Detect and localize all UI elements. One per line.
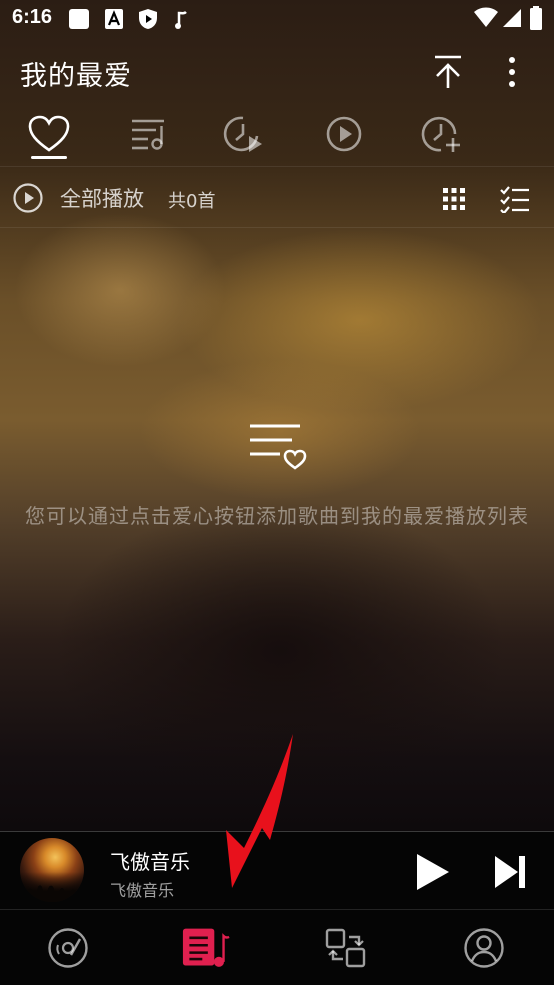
play-icon: [417, 854, 449, 890]
playlist-music-icon: [132, 119, 164, 150]
profile-icon: [464, 928, 504, 968]
font-a-icon: [104, 8, 124, 34]
switch-device-icon: [325, 928, 366, 968]
next-track-button[interactable]: [488, 850, 532, 894]
battery-icon: [530, 6, 542, 34]
bottom-navigation: [0, 909, 554, 985]
page-title: 我的最爱: [20, 61, 132, 92]
play-all-button[interactable]: 全部播放: [12, 182, 144, 214]
empty-state-message: 您可以通过点击爱心按钮添加歌曲到我的最爱播放列表: [25, 504, 529, 528]
notification-square-icon: [68, 8, 90, 34]
playlist-heart-icon: [246, 420, 308, 472]
tab-recent[interactable]: [220, 112, 268, 156]
category-tabs: [0, 106, 554, 164]
tutorial-arrow-icon: [200, 730, 310, 910]
selected-tab-indicator: [31, 156, 67, 159]
more-options-button[interactable]: [492, 52, 532, 92]
status-bar: 6:16: [0, 0, 554, 38]
tab-played[interactable]: [320, 112, 368, 156]
nav-profile[interactable]: [460, 924, 508, 972]
play-all-label: 全部播放: [60, 187, 144, 211]
nav-music-library[interactable]: [182, 924, 230, 972]
album-art[interactable]: [20, 838, 84, 902]
tab-favorites[interactable]: [25, 112, 73, 156]
recent-play-icon: [223, 116, 262, 152]
multi-select-icon: [500, 186, 529, 213]
track-artist: 飞傲音乐: [110, 881, 175, 900]
shield-play-icon: [138, 8, 158, 34]
track-title: 飞傲音乐: [110, 850, 190, 874]
tab-add-recent[interactable]: [418, 112, 466, 156]
play-circle-icon: [13, 183, 43, 213]
song-count: 共0首: [168, 191, 216, 212]
play-button[interactable]: [410, 850, 454, 894]
skip-next-icon: [495, 856, 525, 888]
grid-view-icon: [443, 188, 465, 210]
wifi-icon: [474, 7, 498, 33]
disc-icon: [48, 928, 88, 968]
play-circle-icon: [326, 116, 362, 152]
tab-playlists[interactable]: [124, 112, 172, 156]
nav-discover[interactable]: [44, 924, 92, 972]
grid-view-button[interactable]: [436, 181, 472, 217]
play-all-row: 全部播放 共0首: [0, 166, 554, 228]
music-library-icon: [182, 928, 230, 967]
heart-icon: [28, 115, 70, 152]
status-time: 6:16: [12, 6, 53, 28]
scroll-to-top-icon: [435, 55, 461, 88]
multi-select-button[interactable]: [497, 181, 533, 217]
signal-icon: [502, 7, 522, 33]
app-header: 我的最爱: [0, 38, 554, 106]
music-note-icon: [174, 8, 190, 34]
add-recent-icon: [421, 116, 460, 152]
scroll-to-top-button[interactable]: [428, 52, 468, 92]
album-art-crowd: [20, 872, 84, 902]
more-vertical-icon: [509, 57, 515, 87]
nav-switch-device[interactable]: [322, 924, 370, 972]
